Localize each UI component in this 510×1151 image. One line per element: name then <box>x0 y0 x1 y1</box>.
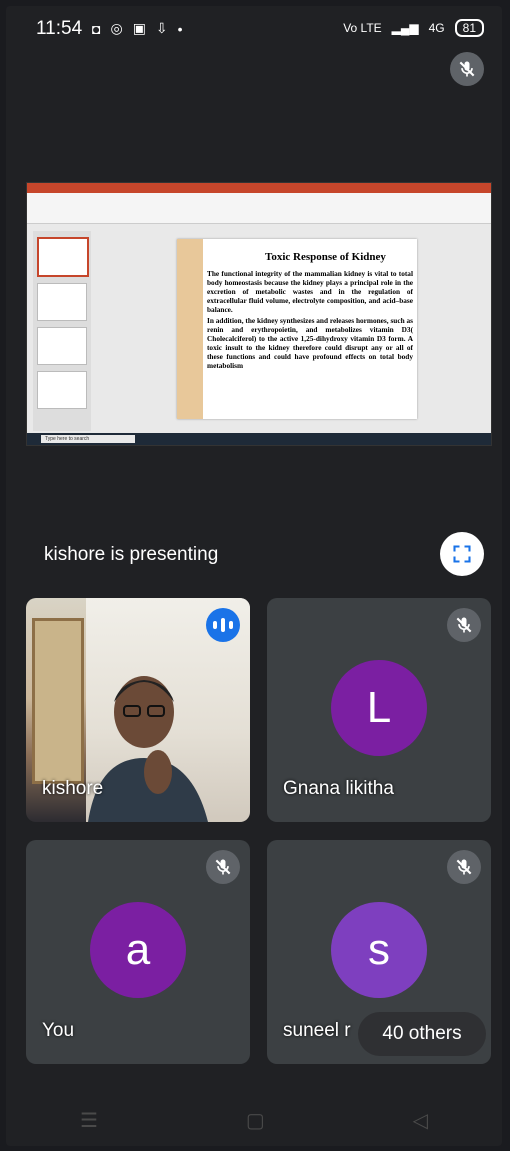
windows-taskbar: Type here to search <box>27 433 491 445</box>
slide-thumbnail <box>37 283 87 321</box>
slide-thumbnail <box>37 237 89 277</box>
signal-icon: ▂▄▆ <box>391 21 419 35</box>
mute-indicator <box>206 850 240 884</box>
slide-decoration <box>177 239 203 419</box>
slide-thumbnails <box>33 231 91 431</box>
notification-icons: ◘ ◎ ▣ ⇩ • <box>92 20 183 37</box>
participant-video <box>88 676 208 822</box>
mic-off-icon <box>456 859 472 875</box>
slide-page: Toxic Response of Kidney The functional … <box>177 239 417 419</box>
status-right: Vo LTE ▂▄▆ 4G 81 <box>343 19 484 37</box>
participant-name: suneel r <box>283 1020 351 1041</box>
presenting-label: kishore is presenting <box>44 544 219 565</box>
status-time: 11:54 <box>36 18 83 39</box>
audio-level-icon <box>213 621 217 629</box>
shared-screen: Toxic Response of Kidney The functional … <box>26 182 492 446</box>
download-icon: ⇩ <box>155 20 168 36</box>
meet-screen: 11:54 ◘ ◎ ▣ ⇩ • Vo LTE ▂▄▆ 4G 81 Toxic R… <box>6 6 502 1146</box>
slide-body: The functional integrity of the mammalia… <box>207 269 413 370</box>
slide-thumbnail <box>37 371 87 409</box>
powerpoint-titlebar <box>27 183 491 193</box>
taskbar-search: Type here to search <box>41 435 135 443</box>
mute-indicator <box>447 850 481 884</box>
presenter-mute-indicator <box>450 52 484 86</box>
avatar: a <box>90 902 186 998</box>
participant-tile-gnana-likitha[interactable]: L Gnana likitha <box>267 598 491 822</box>
participant-name: kishore <box>42 778 104 799</box>
network-type: 4G <box>428 21 445 35</box>
avatar: s <box>331 902 427 998</box>
participant-tile-you[interactable]: a You <box>26 840 250 1064</box>
mic-off-icon <box>459 61 475 77</box>
whatsapp-icon: ◎ <box>110 20 123 36</box>
battery-indicator: 81 <box>454 19 484 37</box>
dot-icon: • <box>177 20 183 37</box>
recents-icon[interactable]: ☰ <box>80 1108 98 1133</box>
android-nav-bar: ☰ ▢ ◁ <box>6 1094 502 1146</box>
fullscreen-button[interactable] <box>440 532 484 576</box>
camera-notification-icon: ◘ <box>92 20 101 37</box>
mic-off-icon <box>456 617 472 633</box>
back-icon[interactable]: ◁ <box>413 1108 428 1133</box>
slide-paragraph: The functional integrity of the mammalia… <box>207 269 413 314</box>
slide-title: Toxic Response of Kidney <box>265 251 386 263</box>
volte-label: Vo LTE <box>343 21 382 35</box>
home-icon[interactable]: ▢ <box>246 1108 265 1133</box>
mute-indicator <box>447 608 481 642</box>
speaking-indicator <box>206 608 240 642</box>
slide-paragraph: In addition, the kidney synthesizes and … <box>207 316 413 370</box>
mic-off-icon <box>215 859 231 875</box>
participant-tile-kishore[interactable]: kishore <box>26 598 250 822</box>
others-button[interactable]: 40 others <box>358 1012 486 1056</box>
avatar: L <box>331 660 427 756</box>
powerpoint-ribbon <box>27 193 491 224</box>
app-notification-icon: ▣ <box>132 20 146 36</box>
presentation-tile[interactable]: Toxic Response of Kidney The functional … <box>24 50 492 578</box>
fullscreen-icon <box>453 545 471 563</box>
slide-thumbnail <box>37 327 87 365</box>
participant-name: You <box>42 1020 75 1041</box>
video-window <box>32 618 84 784</box>
participant-name: Gnana likitha <box>283 778 394 799</box>
status-bar: 11:54 ◘ ◎ ▣ ⇩ • Vo LTE ▂▄▆ 4G 81 <box>6 6 502 50</box>
